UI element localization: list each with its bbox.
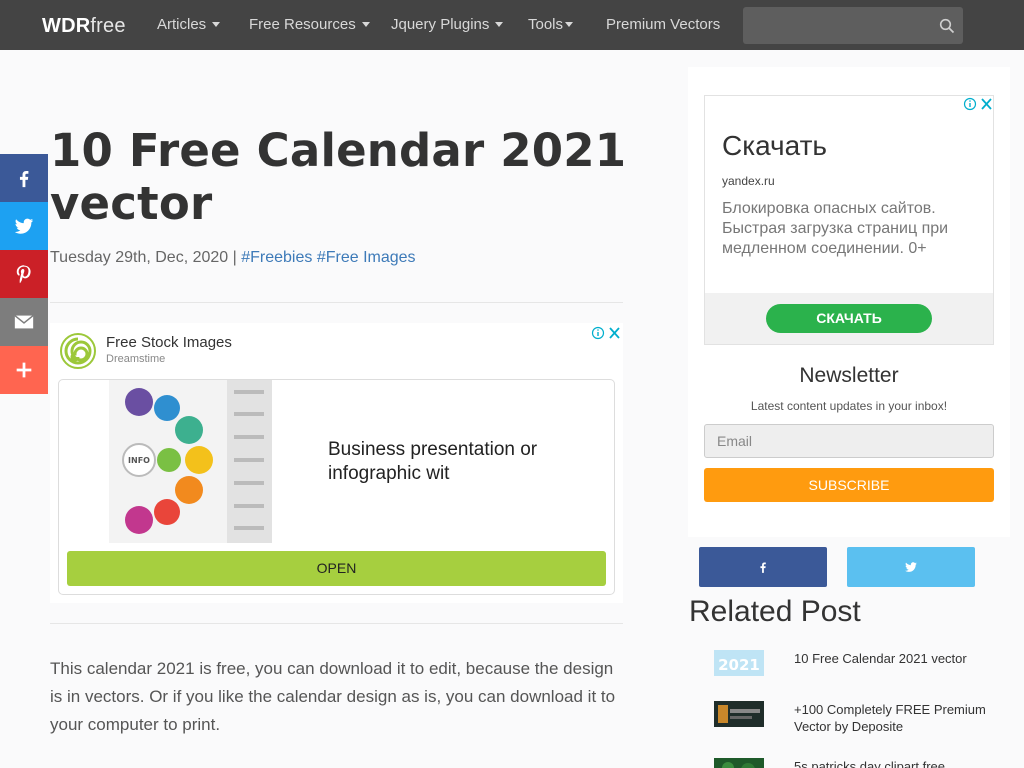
twitter-icon [905,562,917,572]
logo-light-text: free [90,15,126,37]
nav-item-label: Free Resources [249,16,356,33]
tag-link-freebies[interactable]: #Freebies [241,249,312,266]
ad-card[interactable]: INFO Business presentation or infographi… [58,379,615,595]
infographic-image: INFO [109,380,272,543]
nav-item-label: Premium Vectors [606,16,721,33]
thumbnail-label: 2021 [718,656,760,674]
related-post-thumbnail[interactable] [714,758,764,768]
newsletter-title: Newsletter [799,364,899,387]
article-body: This calendar 2021 is free, you can down… [50,659,616,734]
ad-banner-sidebar[interactable]: Скачать yandex.ru Блокировка опасных сай… [704,95,994,345]
share-facebook-button[interactable] [0,154,48,202]
ad-banner-main[interactable]: Free Stock Images Dreamstime INFO Busine… [50,323,623,603]
related-post-thumbnail[interactable]: 2021 [714,650,764,676]
ad-domain: yandex.ru [722,174,775,188]
nav-item-tools[interactable]: Tools [528,16,574,33]
ad-footer: СКАЧАТЬ [705,293,993,344]
adchoices-icon[interactable] [591,325,621,340]
nav-item-jquery-plugins[interactable]: Jquery Plugins [391,16,504,33]
nav-item-label: Articles [157,16,207,33]
ad-headline: Скачать [722,130,827,161]
logo-bold-text: WDR [42,15,91,37]
nav-item-label: Tools [528,16,564,33]
chevron-down-icon [565,22,574,27]
search-icon[interactable] [939,18,955,34]
divider [50,623,623,624]
chevron-down-icon [212,22,221,27]
ad-description: Блокировка опасных сайтов. Быстрая загру… [722,200,949,257]
tag-link-free-images[interactable]: #Free Images [317,249,416,266]
email-field[interactable] [704,424,994,458]
divider [50,302,623,303]
share-more-button[interactable] [0,346,48,394]
article-meta: Tuesday 29th, Dec, 2020 | #Freebies #Fre… [50,249,416,267]
adchoices-icon[interactable] [963,96,993,111]
ad-download-button[interactable]: СКАЧАТЬ [766,304,932,333]
nav-item-label: Jquery Plugins [391,16,490,33]
related-post-link[interactable]: +100 Completely FREE Premium Vector by D… [794,701,994,735]
follow-facebook-button[interactable] [699,547,827,587]
facebook-icon [760,562,766,573]
ad-description: Business presentation or infographic wit [328,439,538,484]
ad-advertiser-sub: Dreamstime [106,353,166,365]
related-post-heading: Related Post [689,595,861,628]
related-post-thumbnail[interactable] [714,701,764,727]
facebook-icon [19,170,29,188]
pinterest-icon [16,265,31,284]
post-date: Tuesday 29th, Dec, 2020 [50,249,229,266]
related-post-link[interactable]: 5s patricks day clipart free [794,758,994,768]
meta-separator: | [228,249,242,266]
infographic-label: INFO [128,456,150,465]
twitter-icon [14,218,34,234]
share-pinterest-button[interactable] [0,250,48,298]
plus-icon [16,362,32,378]
top-navbar: WDRfree Articles Free Resources Jquery P… [0,0,1024,50]
newsletter-subtitle: Latest content updates in your inbox! [750,399,948,413]
ad-advertiser-name: Free Stock Images [106,334,232,351]
nav-item-free-resources[interactable]: Free Resources [249,16,370,33]
subscribe-button[interactable]: SUBSCRIBE [704,468,994,502]
related-post-link[interactable]: 10 Free Calendar 2021 vector [794,650,994,667]
follow-twitter-button[interactable] [847,547,975,587]
email-icon [14,315,34,329]
page-title: 10 Free Calendar 2021 vector [50,124,627,230]
share-email-button[interactable] [0,298,48,346]
chevron-down-icon [495,22,504,27]
ad-open-button[interactable]: OPEN [67,551,606,586]
site-logo[interactable]: WDRfree [42,15,126,38]
nav-item-premium-vectors[interactable]: Premium Vectors [606,16,720,33]
search-input[interactable] [743,7,963,44]
chevron-down-icon [361,22,370,27]
dreamstime-logo-icon [60,333,96,369]
share-twitter-button[interactable] [0,202,48,250]
nav-item-articles[interactable]: Articles [157,16,221,33]
